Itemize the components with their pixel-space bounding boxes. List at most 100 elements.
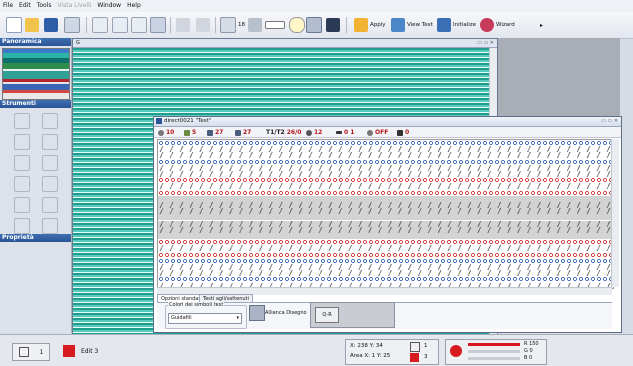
window-controls-icon[interactable]: ▭ ▭ ✕: [601, 118, 618, 124]
front-window-title: direct0021 "Test": [154, 117, 621, 127]
text-icon[interactable]: [14, 218, 30, 234]
tools-panel-header[interactable]: Strumenti: [0, 100, 71, 108]
stitch-row[interactable]: [158, 177, 613, 184]
apply-button[interactable]: Apply: [354, 16, 386, 34]
stitch-row[interactable]: [158, 164, 613, 171]
stitch-row[interactable]: [158, 270, 613, 277]
menu-file[interactable]: File: [0, 0, 16, 12]
hint-button[interactable]: [289, 16, 305, 34]
mirror-icon[interactable]: [42, 176, 58, 192]
eyedropper-icon[interactable]: [14, 176, 30, 192]
stitch-row[interactable]: [158, 208, 613, 215]
save-button[interactable]: [44, 16, 58, 34]
pointer-icon[interactable]: [42, 134, 58, 150]
layers-button[interactable]: [306, 16, 322, 34]
stitch-row[interactable]: [158, 171, 613, 177]
paste-button[interactable]: [131, 16, 147, 34]
move-icon[interactable]: [42, 155, 58, 171]
stitch-row[interactable]: [158, 245, 613, 252]
color-swatch: [410, 353, 419, 362]
align-design-icon[interactable]: [249, 305, 265, 321]
stitch-row[interactable]: [158, 233, 613, 239]
color-wheel-icon: [450, 345, 462, 357]
wizard-button[interactable]: Wizard: [480, 16, 515, 34]
panoramic-preview[interactable]: [2, 48, 70, 100]
stitch-row[interactable]: [158, 276, 613, 283]
zoom-button[interactable]: 18: [220, 16, 245, 34]
stitch-row[interactable]: [158, 183, 613, 190]
stitch-row[interactable]: [158, 146, 613, 153]
ruler-icon: [265, 21, 285, 29]
cut-button[interactable]: [92, 16, 108, 34]
stitch-row[interactable]: [158, 195, 613, 202]
menu-tools[interactable]: Tools: [34, 0, 55, 12]
stitch-row[interactable]: [158, 251, 613, 258]
stitch-row[interactable]: [158, 220, 613, 227]
stitch-row[interactable]: [158, 239, 613, 246]
initialize-icon: [437, 18, 451, 32]
menu-help[interactable]: Help: [124, 0, 144, 12]
properties-panel-header[interactable]: Proprietà: [0, 234, 71, 242]
window-controls-icon[interactable]: ▭ ▭ ✕: [477, 40, 494, 46]
toolbar-more-button[interactable]: ▸: [540, 16, 543, 34]
export-button[interactable]: [326, 16, 340, 34]
initialize-button[interactable]: Initialize: [437, 16, 476, 34]
copy-button[interactable]: [112, 16, 128, 34]
stitch-row[interactable]: [158, 158, 613, 165]
ruler-button[interactable]: [265, 16, 285, 34]
menu-edit[interactable]: Edit: [16, 0, 34, 12]
green-slider[interactable]: [468, 350, 520, 353]
edit-color-indicator[interactable]: Edit 3: [63, 343, 111, 359]
rectangle-select-icon[interactable]: [14, 134, 30, 150]
stitch-row[interactable]: [158, 214, 613, 221]
clock-icon: [158, 129, 164, 136]
left-panels: Panoramica Strumenti Proprietà: [0, 38, 72, 333]
paint-icon[interactable]: [42, 113, 58, 129]
symbols-color-select[interactable]: Guidafili ▾: [168, 313, 242, 324]
new-button[interactable]: [6, 16, 22, 34]
open-button[interactable]: [25, 16, 39, 34]
stitch-grid[interactable]: [157, 139, 614, 289]
wizard-label: Wizard: [496, 22, 515, 28]
pencil-icon[interactable]: [14, 113, 30, 129]
menu-window[interactable]: Window: [94, 0, 124, 12]
layer-indicator[interactable]: 1: [12, 343, 50, 361]
stitch-row[interactable]: [158, 189, 613, 196]
stitch-row[interactable]: [158, 140, 613, 146]
color-swatch: [63, 345, 75, 357]
panoramic-panel-header[interactable]: Panoramica: [0, 38, 71, 46]
menu-vista-livelli[interactable]: Vista Livelli: [54, 0, 94, 12]
view-text-label: View Text: [407, 22, 433, 28]
bucket-icon[interactable]: [14, 155, 30, 171]
stamp-icon[interactable]: [42, 218, 58, 234]
stitch-row[interactable]: [158, 264, 613, 270]
red-value: R 150: [524, 341, 539, 347]
new-file-icon: [6, 17, 22, 33]
view-text-button[interactable]: View Text: [391, 16, 433, 34]
blue-slider[interactable]: [468, 357, 520, 360]
stat-rows: 27: [207, 129, 223, 136]
layer-icon: [18, 347, 29, 357]
copy-icon: [112, 17, 128, 33]
stitch-row[interactable]: [158, 257, 613, 264]
stitch-row[interactable]: [158, 226, 613, 233]
qr-button[interactable]: Q-R: [310, 302, 395, 328]
folder-icon: [25, 18, 39, 32]
stitch-row[interactable]: [158, 152, 613, 159]
redo-button[interactable]: [196, 16, 210, 34]
initialize-label: Initialize: [453, 22, 477, 28]
color-count: 3: [424, 354, 428, 360]
grid-button[interactable]: [248, 16, 262, 34]
red-slider[interactable]: [468, 343, 520, 346]
apply-icon: [354, 18, 368, 32]
paste-special-button[interactable]: [150, 16, 166, 34]
front-document-window[interactable]: direct0021 "Test" ▭ ▭ ✕ 10 5 27 27 T1/T2…: [153, 116, 622, 333]
undo-button[interactable]: [176, 16, 190, 34]
frame-icon[interactable]: [14, 197, 30, 213]
group-label: Colori dei simboli test: [168, 302, 225, 308]
copy-area-icon[interactable]: [42, 197, 58, 213]
status-bar: 1 Edit 3 X: 238 Y: 34 Area X: 1 Y: 25 1 …: [0, 334, 633, 366]
print-preview-button[interactable]: [64, 16, 80, 34]
stitch-row[interactable]: [158, 202, 613, 208]
grid-vertical-scrollbar[interactable]: [611, 139, 619, 287]
